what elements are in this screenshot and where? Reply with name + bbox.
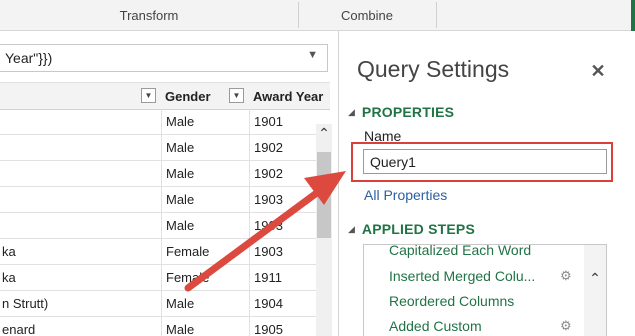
callout-arrow-shaft (184, 188, 322, 292)
callout-arrow (184, 171, 346, 292)
